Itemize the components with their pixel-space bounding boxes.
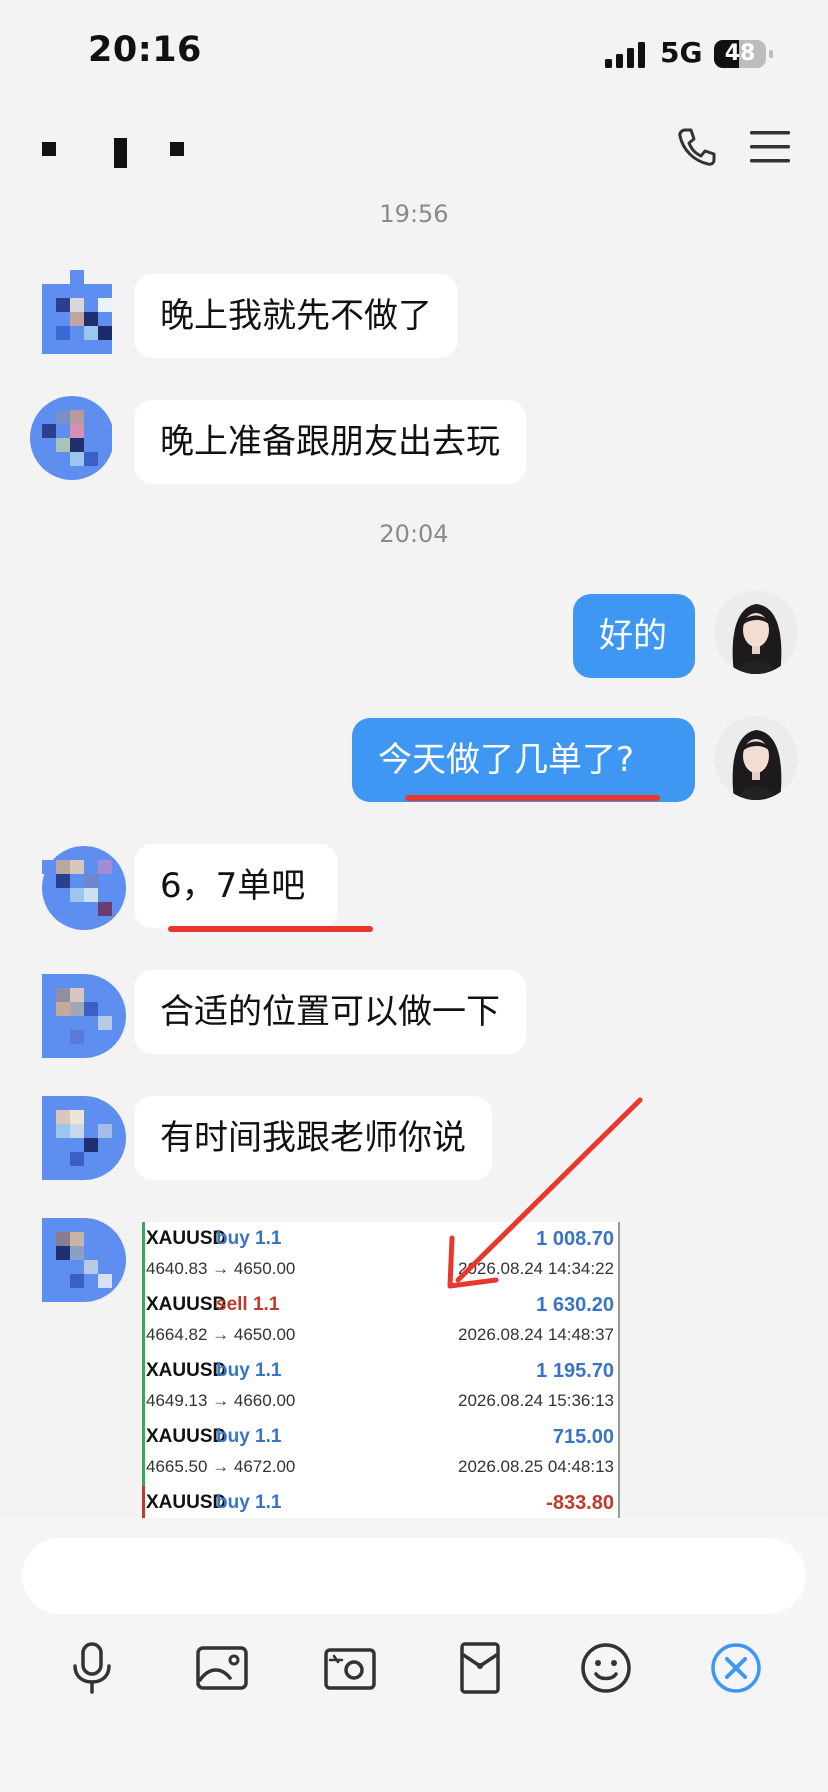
trade-row: XAUUSD buy 1.1 4649.13 → 4660.00 1 195.7… (142, 1354, 618, 1420)
trade-side: sell 1.1 (216, 1294, 280, 1315)
phone-icon[interactable] (676, 126, 718, 168)
camera-icon[interactable] (320, 1638, 380, 1698)
close-icon[interactable] (706, 1638, 766, 1698)
signal-icon (605, 42, 645, 68)
trade-symbol: XAUUSD (146, 1426, 227, 1447)
user-avatar[interactable] (714, 590, 798, 674)
trade-row: XAUUSD buy 1.1 4665.50 → 4672.00 715.00 … (142, 1420, 618, 1486)
contact-avatar[interactable] (42, 974, 126, 1058)
trade-row: XAUUSD buy 1.1 -833.80 (142, 1486, 618, 1520)
message-bubble-incoming[interactable]: 晚上准备跟朋友出去玩 (134, 400, 526, 484)
trade-date: 2026.08.25 04:48:13 (458, 1457, 614, 1476)
trade-profit: 1 195.70 (536, 1360, 614, 1382)
message-bubble-incoming[interactable]: 6，7单吧 (134, 844, 338, 928)
timestamp: 19:56 (379, 200, 449, 228)
battery-level: 48 (724, 41, 756, 66)
trade-side: buy 1.1 (216, 1360, 282, 1381)
trade-symbol: XAUUSD (146, 1360, 227, 1381)
trade-side: buy 1.1 (216, 1492, 282, 1513)
message-bubble-incoming[interactable]: 合适的位置可以做一下 (134, 970, 526, 1054)
timestamp: 20:04 (379, 520, 449, 548)
trade-symbol: XAUUSD (146, 1228, 227, 1249)
contact-avatar[interactable] (42, 846, 126, 930)
annotation-underline (405, 795, 660, 801)
annotation-underline (168, 926, 373, 932)
image-icon[interactable] (192, 1638, 252, 1698)
status-bar: 20:16 5G 48 (0, 0, 828, 110)
message-bubble-incoming[interactable]: 晚上我就先不做了 (134, 274, 458, 358)
trade-price-range: 4640.83 → 4650.00 (146, 1259, 296, 1278)
trade-profit: -833.80 (546, 1492, 614, 1514)
contact-avatar[interactable] (42, 1096, 126, 1180)
chat-header (0, 110, 828, 196)
status-time: 20:16 (88, 30, 202, 70)
trade-date: 2026.08.24 15:36:13 (458, 1391, 614, 1410)
message-bubble-outgoing[interactable]: 好的 (573, 594, 695, 678)
red-packet-icon[interactable] (450, 1638, 510, 1698)
network-type: 5G (660, 36, 703, 69)
trade-price-range: 4664.82 → 4650.00 (146, 1325, 296, 1344)
trade-price-range: 4665.50 → 4672.00 (146, 1457, 296, 1476)
user-avatar[interactable] (714, 716, 798, 800)
trade-date: 2026.08.24 14:48:37 (458, 1325, 614, 1344)
trade-side: buy 1.1 (216, 1426, 282, 1447)
battery-icon: 48 (714, 40, 773, 68)
contact-avatar[interactable] (28, 396, 112, 480)
trade-profit: 715.00 (552, 1426, 614, 1448)
message-bubble-outgoing[interactable]: 今天做了几单了? (352, 718, 695, 802)
trade-symbol: XAUUSD (146, 1294, 227, 1315)
trade-side: buy 1.1 (216, 1228, 282, 1249)
trade-symbol: XAUUSD (146, 1492, 227, 1513)
microphone-icon[interactable] (62, 1638, 122, 1698)
composer (0, 1518, 828, 1792)
trade-price-range: 4649.13 → 4660.00 (146, 1391, 296, 1410)
annotation-arrow (447, 1097, 643, 1289)
contact-avatar[interactable] (42, 1218, 126, 1302)
emoji-icon[interactable] (576, 1638, 636, 1698)
menu-icon[interactable] (750, 130, 790, 164)
message-input[interactable] (22, 1538, 806, 1614)
contact-avatar[interactable] (42, 270, 126, 354)
